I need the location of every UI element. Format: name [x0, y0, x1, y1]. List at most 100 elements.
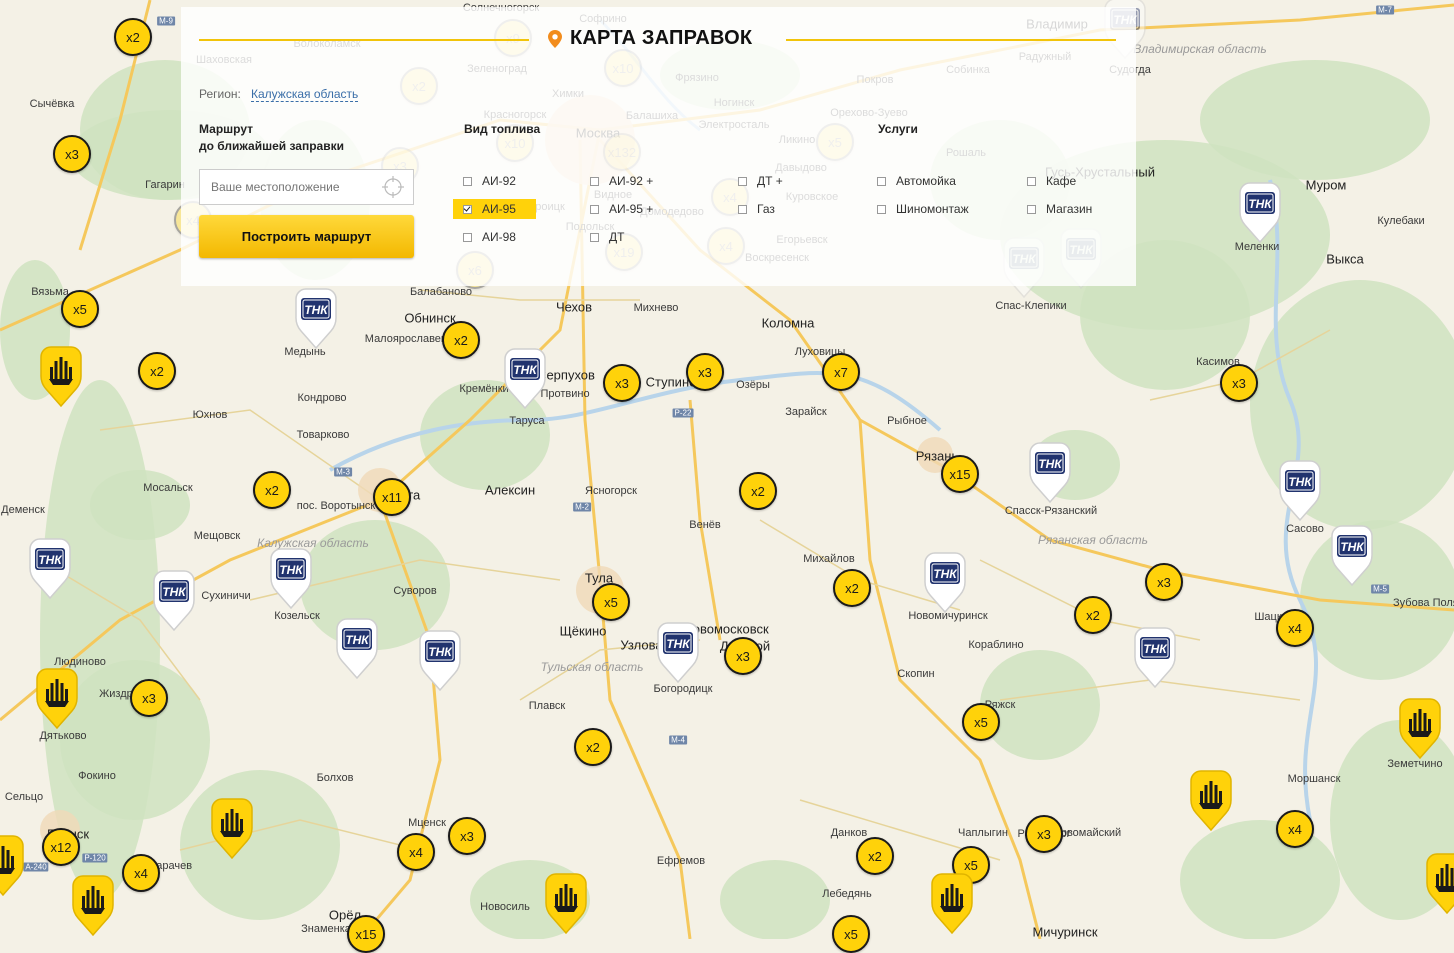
fuel-checkbox[interactable] [738, 204, 747, 214]
rosneft-station-pin[interactable] [70, 874, 116, 936]
station-cluster[interactable]: x3 [448, 817, 486, 855]
station-cluster[interactable]: x3 [1025, 815, 1063, 853]
rosneft-station-pin[interactable] [1188, 769, 1234, 831]
station-cluster[interactable]: x3 [686, 353, 724, 391]
rosneft-station-pin[interactable] [1397, 697, 1443, 759]
station-cluster[interactable]: x2 [1074, 596, 1112, 634]
fuel-checkbox[interactable] [590, 176, 599, 186]
tnk-station-pin[interactable]: ТНК [334, 617, 380, 679]
place-label-znamenka: Знаменка [301, 923, 351, 935]
station-cluster[interactable]: x2 [114, 18, 152, 56]
place-label-ozyory: Озёры [736, 379, 770, 391]
tnk-station-pin[interactable]: ТНК [293, 287, 339, 349]
station-cluster[interactable]: x11 [373, 478, 411, 516]
fuel-type-label: Вид топлива [464, 122, 541, 136]
rosneft-station-pin[interactable] [34, 667, 80, 729]
fuel-checkbox[interactable] [738, 176, 747, 186]
svg-text:ТНК: ТНК [1038, 457, 1063, 471]
station-cluster[interactable]: x2 [442, 321, 480, 359]
fuel-option[interactable]: АИ-95 [453, 199, 536, 219]
place-label-morshansk: Моршанск [1287, 773, 1341, 785]
station-cluster[interactable]: x3 [53, 135, 91, 173]
route-label-line1: Маршрут [199, 122, 254, 136]
service-option[interactable]: Шиномонтаж [877, 202, 969, 216]
station-cluster[interactable]: x3 [1220, 364, 1258, 402]
station-cluster[interactable]: x2 [833, 569, 871, 607]
place-label-skopin: Скопин [897, 668, 935, 680]
fuel-checkbox[interactable] [463, 176, 472, 186]
geolocate-icon[interactable] [382, 176, 404, 198]
service-option-label: Шиномонтаж [896, 202, 969, 216]
fuel-option[interactable]: АИ-92 + [590, 174, 653, 188]
tnk-station-pin[interactable]: ТНК [417, 629, 463, 691]
rosneft-station-pin[interactable] [543, 872, 589, 934]
station-cluster[interactable]: x5 [592, 583, 630, 621]
tnk-station-pin[interactable]: ТНК [655, 621, 701, 683]
place-label-tul_obl: Тульская область [540, 660, 644, 674]
fuel-option[interactable]: АИ-98 [463, 230, 516, 244]
station-cluster[interactable]: x4 [1276, 609, 1314, 647]
tnk-station-pin[interactable]: ТНК [922, 551, 968, 613]
rosneft-logo-icon [40, 346, 82, 407]
place-label-kulebaki: Кулебаки [1377, 215, 1425, 227]
station-cluster[interactable]: x4 [1276, 810, 1314, 848]
fuel-option[interactable]: АИ-92 [463, 174, 516, 188]
place-label-plavsk: Плавск [528, 700, 566, 712]
fuel-checkbox[interactable] [590, 204, 599, 214]
station-cluster[interactable]: x15 [347, 915, 385, 953]
rosneft-station-pin[interactable] [929, 872, 975, 934]
station-cluster[interactable]: x2 [574, 728, 612, 766]
build-route-button[interactable]: Построить маршрут [199, 215, 414, 258]
station-cluster[interactable]: x4 [397, 833, 435, 871]
station-cluster[interactable]: x3 [603, 364, 641, 402]
region-selector[interactable]: Калужская область [251, 87, 359, 102]
rosneft-station-pin[interactable] [38, 345, 84, 407]
place-label-michurinsk: Мичуринск [1032, 924, 1098, 940]
station-cluster[interactable]: x12 [42, 828, 80, 866]
service-option[interactable]: Кафе [1027, 174, 1076, 188]
tnk-station-pin[interactable]: ТНК [27, 537, 73, 599]
place-label-zubova: Зубова Поляна [1393, 597, 1454, 609]
fuel-checkbox[interactable] [463, 232, 472, 242]
rosneft-station-pin[interactable] [1424, 852, 1454, 914]
road-shield: M-2 [573, 502, 591, 512]
station-cluster[interactable]: x2 [138, 352, 176, 390]
service-checkbox[interactable] [1027, 176, 1036, 186]
tnk-station-pin[interactable]: ТНК [502, 347, 548, 409]
tnk-station-pin[interactable]: ТНК [1277, 459, 1323, 521]
station-cluster[interactable]: x3 [1145, 563, 1183, 601]
station-cluster[interactable]: x5 [61, 290, 99, 328]
tnk-station-pin[interactable]: ТНК [1329, 524, 1375, 586]
rosneft-station-pin[interactable] [209, 797, 255, 859]
service-checkbox[interactable] [877, 204, 886, 214]
tnk-logo-icon: ТНК [1331, 525, 1373, 586]
tnk-station-pin[interactable]: ТНК [1027, 441, 1073, 503]
station-cluster[interactable]: x2 [856, 837, 894, 875]
service-checkbox[interactable] [1027, 204, 1036, 214]
tnk-station-pin[interactable]: ТНК [1237, 181, 1283, 243]
service-option[interactable]: Автомойка [877, 174, 956, 188]
fuel-checkbox[interactable] [463, 204, 472, 214]
tnk-station-pin[interactable]: ТНК [1132, 626, 1178, 688]
station-cluster[interactable]: x7 [822, 353, 860, 391]
service-checkbox[interactable] [877, 176, 886, 186]
fuel-option[interactable]: ДТ + [738, 174, 783, 188]
fuel-option[interactable]: Газ [738, 202, 775, 216]
fuel-checkbox[interactable] [590, 232, 599, 242]
fuel-option[interactable]: АИ-95 + [590, 202, 653, 216]
station-cluster[interactable]: x5 [962, 703, 1000, 741]
station-cluster[interactable]: x5 [832, 915, 870, 953]
station-cluster[interactable]: x4 [122, 854, 160, 892]
station-cluster[interactable]: x15 [941, 455, 979, 493]
fuel-option[interactable]: ДТ [590, 230, 624, 244]
station-cluster[interactable]: x2 [253, 471, 291, 509]
station-cluster[interactable]: x3 [130, 679, 168, 717]
tnk-station-pin[interactable]: ТНК [151, 569, 197, 631]
station-cluster[interactable]: x2 [739, 472, 777, 510]
service-option[interactable]: Магазин [1027, 202, 1092, 216]
place-label-spassk: Спасск-Рязанский [1004, 505, 1098, 517]
station-cluster[interactable]: x3 [724, 637, 762, 675]
rosneft-station-pin[interactable] [0, 834, 26, 896]
title-rule-right [786, 39, 1116, 41]
tnk-station-pin[interactable]: ТНК [268, 547, 314, 609]
